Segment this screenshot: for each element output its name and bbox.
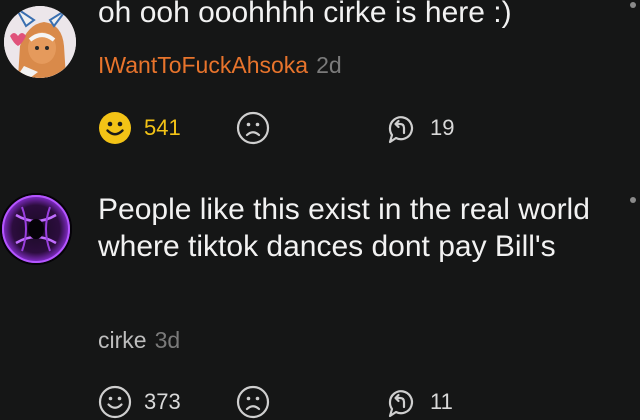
avatar[interactable] [0, 193, 72, 265]
reply-icon [384, 385, 418, 419]
comment-text: People like this exist in the real world… [98, 193, 590, 263]
avatar[interactable] [4, 6, 76, 78]
frown-icon [236, 111, 270, 145]
comment-author[interactable]: cirke [98, 327, 147, 353]
comment-meta: cirke 3d [98, 327, 180, 354]
reply-icon [384, 111, 418, 145]
comment-author[interactable]: IWantToFuckAhsoka [98, 52, 308, 78]
reply-count: 19 [430, 115, 455, 140]
upvote-button[interactable]: 541 [98, 110, 181, 146]
smiley-icon [98, 385, 132, 419]
upvote-count: 373 [144, 389, 181, 414]
overflow-menu-icon[interactable] [630, 197, 636, 203]
comment-meta: IWantToFuckAhsoka 2d [98, 52, 342, 79]
comment-time: 2d [316, 52, 342, 78]
reply-button[interactable]: 19 [384, 110, 454, 146]
comment-time: 3d [154, 327, 181, 353]
smiley-icon [98, 111, 132, 145]
reply-count: 11 [430, 389, 453, 414]
overflow-menu-icon[interactable] [630, 2, 636, 8]
comment-text: oh ooh ooohhhh cirke is here :) [98, 0, 512, 29]
upvote-count: 541 [144, 115, 181, 140]
frown-icon [236, 385, 270, 419]
downvote-button[interactable] [236, 110, 270, 146]
